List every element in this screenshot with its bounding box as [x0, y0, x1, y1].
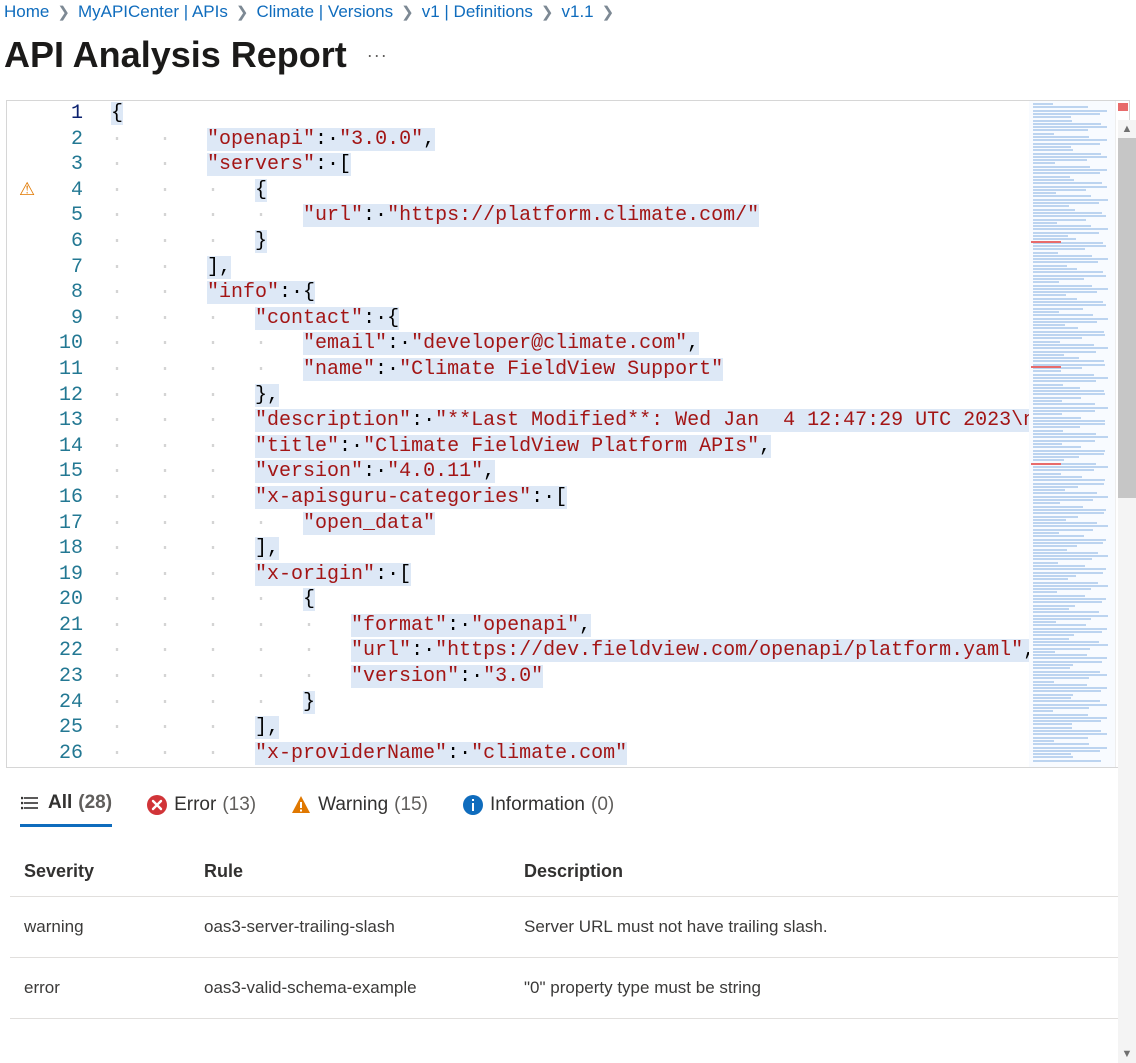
- cell-description: "0" property type must be string: [510, 958, 1126, 1019]
- col-severity[interactable]: Severity: [10, 847, 190, 897]
- tab-label: Error: [174, 794, 216, 816]
- editor-line-numbers: 1234567891011121314151617181920212223242…: [37, 101, 111, 767]
- chevron-right-icon: ❯: [401, 3, 414, 21]
- breadcrumb-link[interactable]: Home: [4, 2, 49, 22]
- info-circle-icon: [462, 794, 484, 816]
- editor-minimap[interactable]: [1029, 101, 1115, 767]
- results-tabs: All (28) Error (13) Warning (15) Informa…: [0, 768, 1136, 827]
- scroll-up-icon[interactable]: ▲: [1118, 120, 1136, 138]
- warning-triangle-icon: [290, 794, 312, 816]
- table-row[interactable]: erroroas3-valid-schema-example"0" proper…: [10, 958, 1126, 1019]
- page-title: API Analysis Report: [4, 34, 347, 76]
- page-header: API Analysis Report ···: [0, 30, 1136, 100]
- cell-severity: warning: [10, 897, 190, 958]
- warning-triangle-icon[interactable]: ⚠: [19, 179, 35, 200]
- results-table: Severity Rule Description warningoas3-se…: [10, 847, 1126, 1019]
- list-icon: [20, 792, 42, 814]
- tab-count: (15): [394, 794, 428, 816]
- col-rule[interactable]: Rule: [190, 847, 510, 897]
- cell-severity: error: [10, 958, 190, 1019]
- results-table-wrap: Severity Rule Description warningoas3-se…: [0, 827, 1136, 1019]
- chevron-right-icon: ❯: [541, 3, 554, 21]
- scroll-thumb[interactable]: [1118, 138, 1136, 498]
- tab-count: (0): [591, 794, 614, 816]
- tab-label: Information: [490, 794, 585, 816]
- scroll-down-icon[interactable]: ▼: [1118, 1045, 1136, 1063]
- breadcrumb-link[interactable]: v1.1: [562, 2, 594, 22]
- tab-information[interactable]: Information (0): [462, 794, 614, 826]
- tab-label: Warning: [318, 794, 388, 816]
- page-scrollbar[interactable]: ▲ ▼: [1118, 120, 1136, 1063]
- tab-warning[interactable]: Warning (15): [290, 794, 428, 826]
- breadcrumb-link[interactable]: MyAPICenter | APIs: [78, 2, 228, 22]
- chevron-right-icon: ❯: [57, 3, 70, 21]
- error-circle-icon: [146, 794, 168, 816]
- tab-count: (28): [78, 792, 112, 814]
- more-actions-button[interactable]: ···: [367, 45, 388, 66]
- cell-rule: oas3-server-trailing-slash: [190, 897, 510, 958]
- cell-rule: oas3-valid-schema-example: [190, 958, 510, 1019]
- chevron-right-icon: ❯: [236, 3, 249, 21]
- tab-count: (13): [222, 794, 256, 816]
- tab-error[interactable]: Error (13): [146, 794, 256, 826]
- col-description[interactable]: Description: [510, 847, 1126, 897]
- tab-all[interactable]: All (28): [20, 792, 112, 827]
- chevron-right-icon: ❯: [602, 3, 615, 21]
- breadcrumb-link[interactable]: Climate | Versions: [256, 2, 393, 22]
- scroll-track[interactable]: [1118, 138, 1136, 1045]
- table-row[interactable]: warningoas3-server-trailing-slashServer …: [10, 897, 1126, 958]
- code-editor[interactable]: ⚠ 12345678910111213141516171819202122232…: [6, 100, 1130, 768]
- breadcrumb: Home ❯ MyAPICenter | APIs ❯ Climate | Ve…: [0, 0, 1136, 30]
- editor-glyph-margin: ⚠: [7, 101, 37, 767]
- breadcrumb-link[interactable]: v1 | Definitions: [422, 2, 533, 22]
- tab-label: All: [48, 792, 72, 814]
- editor-content[interactable]: {· · "openapi":·"3.0.0",· · "servers":·[…: [111, 101, 1029, 767]
- cell-description: Server URL must not have trailing slash.: [510, 897, 1126, 958]
